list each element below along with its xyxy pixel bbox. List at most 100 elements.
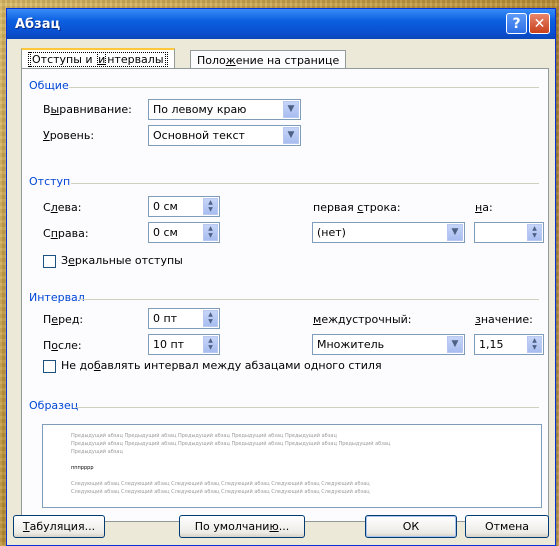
preview-next-line: Следующий абзац Следующий абзац Следующи… — [71, 481, 370, 487]
tab-label-pre: Отступы и — [30, 52, 99, 67]
level-label: Уровень: — [43, 129, 94, 142]
label-hotkey: о — [51, 339, 59, 352]
preview-sample-text: пппрррр — [71, 465, 94, 471]
tab-line-page-breaks[interactable]: Положение на странице — [190, 50, 347, 70]
spinner-arrows-icon[interactable]: ▲ ▼ — [527, 336, 542, 353]
spinner-arrows-icon[interactable]: ▲ ▼ — [203, 198, 218, 215]
tab-indents-spacing[interactable]: Отступы и и нтервалы — [21, 48, 175, 70]
label-post: ровень: — [49, 129, 95, 142]
label-post: трока: — [363, 201, 401, 214]
title-bar[interactable]: Абзац ? ✕ — [7, 9, 555, 39]
label-post: начение: — [480, 313, 533, 326]
label-pre: Не до — [61, 359, 94, 372]
button-label-pre: По умолчани — [194, 520, 270, 533]
tab-label-post: нтервалы — [105, 52, 166, 67]
label-pre: С — [43, 227, 51, 240]
spacing-group-title: Интервал — [29, 291, 85, 304]
space-after-label: После: — [43, 339, 82, 352]
spinner-arrows-icon[interactable]: ▲ ▼ — [203, 224, 218, 241]
tabs-button[interactable]: Табуляция... — [13, 515, 105, 538]
level-select[interactable]: Основной текст ▼ — [148, 125, 301, 146]
space-before-value: 0 пт — [153, 312, 178, 325]
label-hotkey: У — [43, 129, 50, 142]
alignment-value: По левому краю — [153, 103, 247, 116]
label-post: рава: — [57, 227, 89, 240]
general-group-title: Общие — [29, 79, 69, 92]
right-indent-value: 0 см — [153, 226, 178, 239]
cancel-button[interactable]: Отмена — [465, 515, 549, 538]
no-space-same-style-label[interactable]: Не добавлять интервал между абзацами одн… — [61, 359, 382, 372]
label-hotkey: б — [93, 359, 101, 372]
chevron-down-icon[interactable]: ▼ — [283, 127, 299, 144]
set-default-button[interactable]: По умолчанию... — [179, 515, 305, 538]
tab-label-post: ение на странице — [235, 54, 340, 67]
alignment-label: Выравнивание: — [43, 103, 132, 116]
button-hotkey: Т — [22, 520, 30, 533]
label-hotkey: п — [50, 227, 58, 240]
label-post: еждустрочный: — [321, 313, 412, 326]
label-hotkey: е — [68, 254, 75, 267]
spinner-arrows-icon[interactable]: ▲ ▼ — [203, 310, 218, 327]
by-label: на: — [475, 201, 493, 214]
label-post: ред: — [58, 313, 84, 326]
preview-group-title: Образец — [29, 399, 79, 412]
spacing-value-label: значение: — [475, 313, 533, 326]
left-indent-spinner[interactable]: 0 см ▲ ▼ — [148, 196, 220, 217]
space-before-label: Перед: — [43, 313, 83, 326]
dialog-title: Абзац — [15, 17, 61, 32]
button-hotkey: ю — [269, 520, 279, 533]
spacing-value-spinner[interactable]: 1,15 ▲ ▼ — [474, 334, 544, 355]
line-spacing-value: Множитель — [317, 338, 385, 351]
space-before-spinner[interactable]: 0 пт ▲ ▼ — [148, 308, 220, 329]
label-post: ева: — [57, 201, 82, 214]
tab-label-pre: Поло — [197, 54, 226, 67]
group-divider — [79, 299, 539, 300]
alignment-select[interactable]: По левому краю ▼ — [148, 99, 301, 120]
first-line-value: (нет) — [317, 226, 346, 239]
right-indent-spinner[interactable]: 0 см ▲ ▼ — [148, 222, 220, 243]
label-post: авлять интервал между абзацами одного ст… — [100, 359, 382, 372]
mirror-indents-label[interactable]: Зеркальные отступы — [61, 254, 183, 267]
button-label: абуляция... — [29, 520, 96, 533]
left-indent-label: Слева: — [43, 201, 81, 214]
label-post: а: — [482, 201, 493, 214]
line-spacing-label: междустрочный: — [313, 313, 412, 326]
spinner-arrows-icon[interactable]: ▲ ▼ — [203, 336, 218, 353]
label-post: равнивание: — [59, 103, 132, 116]
label-hotkey: л — [50, 201, 58, 214]
left-indent-value: 0 см — [153, 200, 178, 213]
spacing-value: 1,15 — [479, 338, 504, 351]
space-after-value: 10 пт — [153, 338, 185, 351]
preview-previous-line: Предыдущий абзац Предыдущий абзац Предыд… — [71, 433, 337, 439]
group-divider — [69, 87, 539, 88]
no-space-same-style-checkbox[interactable] — [43, 360, 56, 373]
chevron-down-icon[interactable]: ▼ — [447, 336, 463, 353]
level-value: Основной текст — [153, 129, 245, 142]
preview-box: Предыдущий абзац Предыдущий абзац Предыд… — [42, 424, 542, 508]
space-after-spinner[interactable]: 10 пт ▲ ▼ — [148, 334, 220, 355]
first-line-label: первая строка: — [313, 201, 401, 214]
chevron-down-icon[interactable]: ▼ — [447, 224, 463, 241]
first-line-select[interactable]: (нет) ▼ — [312, 222, 465, 243]
label-hotkey: ы — [50, 103, 60, 116]
label-post: сле: — [58, 339, 82, 352]
mirror-indents-checkbox[interactable] — [43, 255, 56, 268]
label-pre: первая — [313, 201, 358, 214]
tab-label-hotkey: ж — [225, 54, 236, 67]
preview-previous-line: Предыдущий абзац — [71, 449, 123, 455]
close-button[interactable]: ✕ — [529, 13, 550, 34]
preview-next-line: Следующий абзац Следующий абзац Следующи… — [71, 489, 370, 495]
spinner-arrows-icon[interactable]: ▲ ▼ — [527, 224, 542, 241]
tab-indents-spacing-label: Отступы и и нтервалы — [28, 52, 168, 67]
ok-button[interactable]: ОК — [365, 515, 457, 538]
preview-previous-line: Предыдущий абзац Предыдущий абзац Предыд… — [71, 441, 391, 447]
help-button[interactable]: ? — [506, 13, 527, 34]
chevron-down-icon[interactable]: ▼ — [283, 101, 299, 118]
label-pre: С — [43, 201, 51, 214]
line-spacing-select[interactable]: Множитель ▼ — [312, 334, 465, 355]
button-label-post: ... — [278, 520, 290, 533]
group-divider — [71, 183, 539, 184]
right-indent-label: Справа: — [43, 227, 89, 240]
first-line-by-spinner[interactable]: ▲ ▼ — [474, 222, 544, 243]
label-post: ркальные отступы — [74, 254, 183, 267]
